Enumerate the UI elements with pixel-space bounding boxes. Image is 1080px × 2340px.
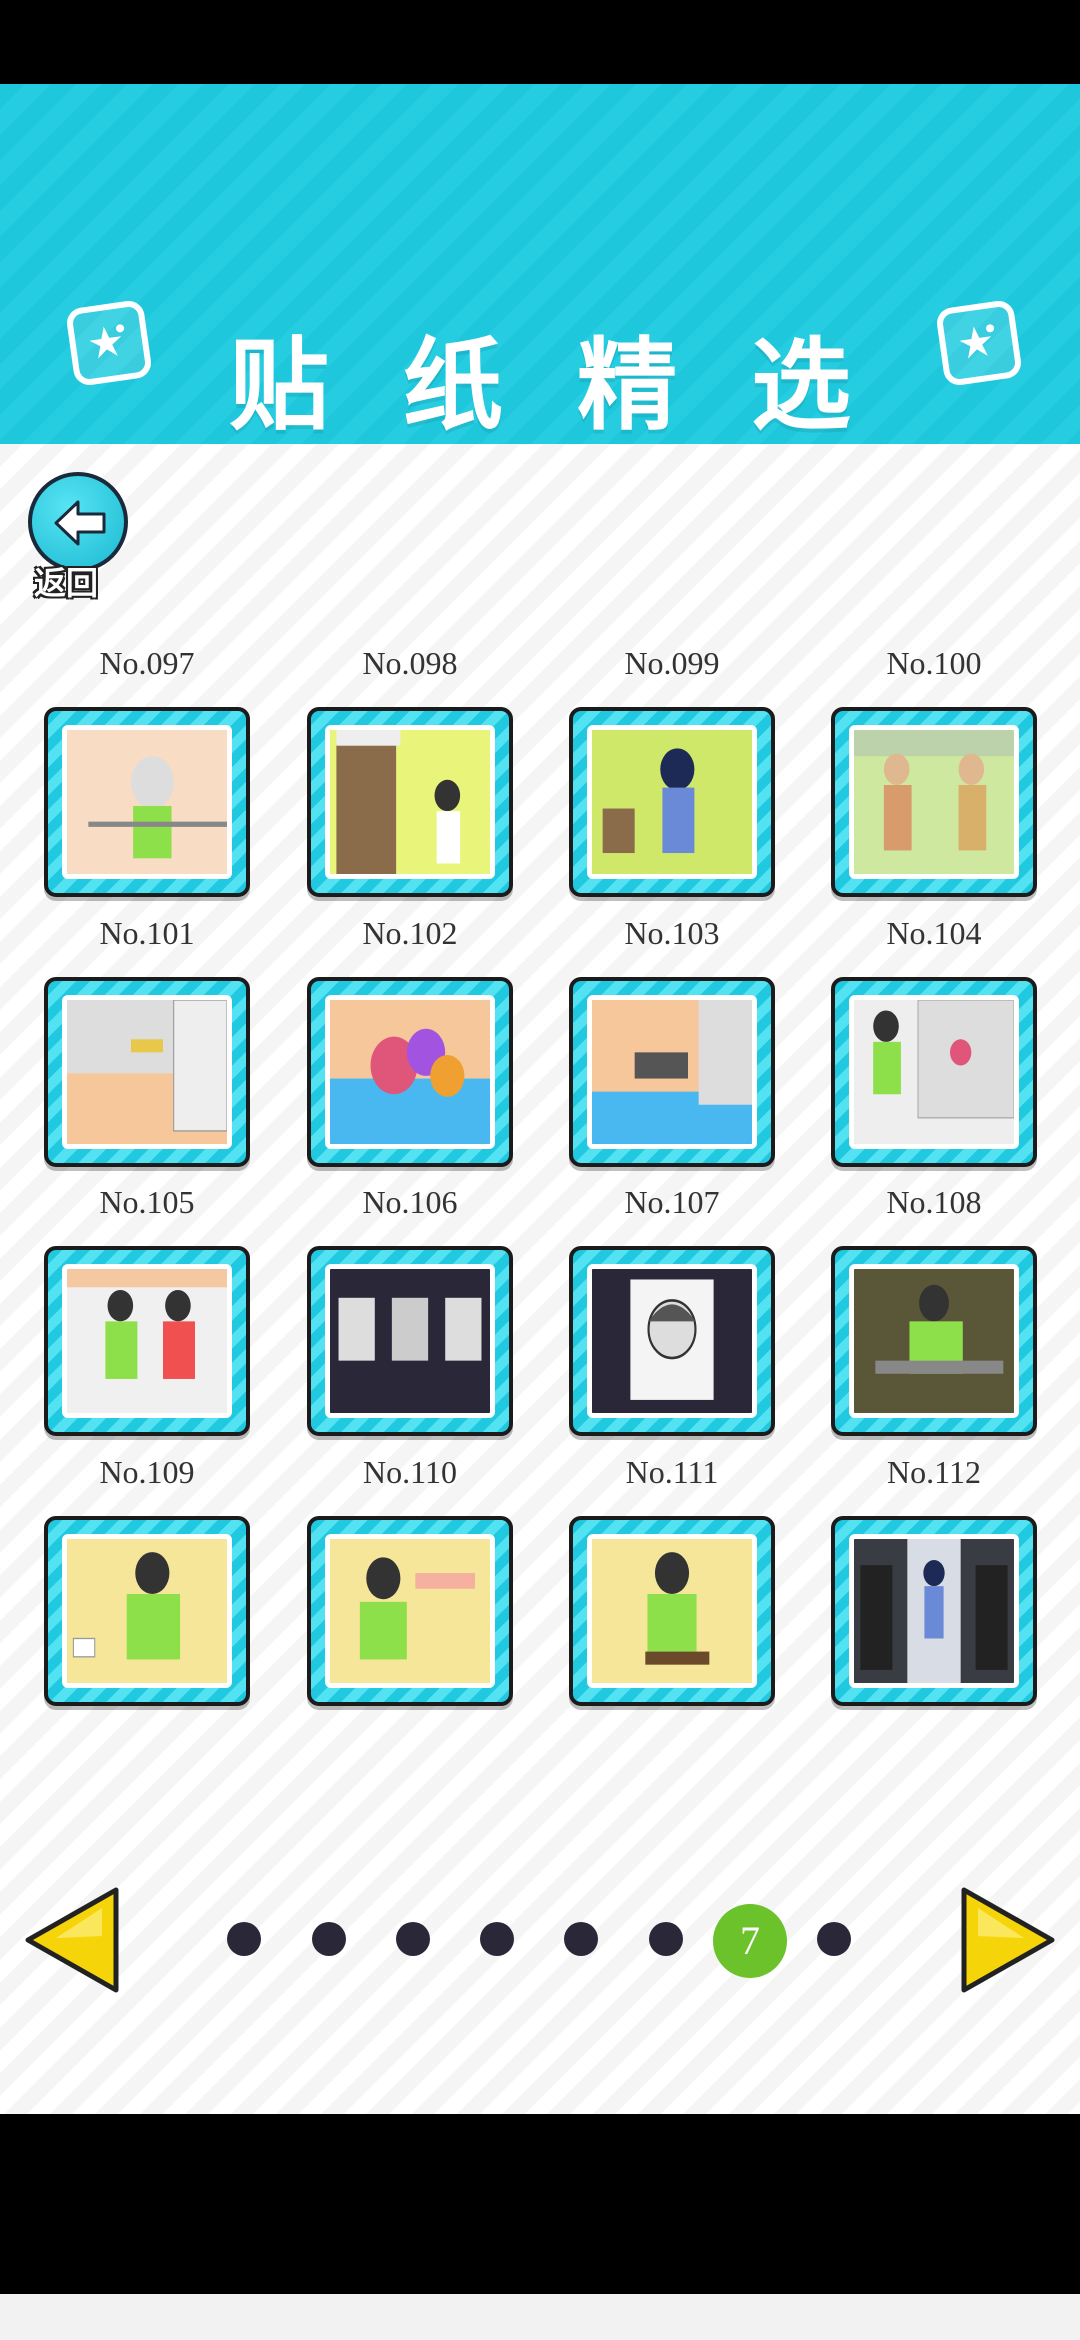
sticker-number-label: No.097: [99, 645, 195, 681]
page-indicator-dot[interactable]: [227, 1922, 261, 1956]
sticker-image: [62, 1264, 232, 1418]
sticker-image: [62, 725, 232, 879]
page-indicator-dot[interactable]: [396, 1922, 430, 1956]
page-indicator-dot[interactable]: [564, 1922, 598, 1956]
sticker-image: [849, 1264, 1019, 1418]
sticker-image: [325, 725, 495, 879]
sticker-item[interactable]: No.105: [44, 1179, 250, 1436]
sticker-number-label: No.111: [625, 1454, 719, 1490]
sticker-item[interactable]: No.102: [307, 910, 513, 1167]
sticker-frame[interactable]: [569, 1516, 775, 1706]
page-indicator-dot[interactable]: [480, 1922, 514, 1956]
next-page-button[interactable]: [960, 1886, 1058, 1999]
back-button[interactable]: 返回: [24, 472, 136, 608]
prev-page-button[interactable]: [22, 1886, 120, 1999]
sticker-frame[interactable]: [307, 977, 513, 1167]
page-indicator-dot[interactable]: [649, 1922, 683, 1956]
sticker-item[interactable]: No.110: [307, 1449, 513, 1706]
sticker-image: [587, 725, 757, 879]
back-label: 返回: [33, 563, 99, 603]
sticker-image: [849, 995, 1019, 1149]
sticker-frame[interactable]: [44, 707, 250, 897]
sticker-frame[interactable]: [569, 707, 775, 897]
sticker-image: [62, 1534, 232, 1688]
page-indicator-active[interactable]: 7: [713, 1904, 787, 1978]
page-indicator-dot[interactable]: [312, 1922, 346, 1956]
sticker-image: [325, 1264, 495, 1418]
sticker-image: [849, 725, 1019, 879]
sticker-image: [849, 1534, 1019, 1688]
sticker-number-label: No.107: [624, 1184, 720, 1220]
sticker-item[interactable]: No.108: [831, 1179, 1037, 1436]
sticker-number-label: No.099: [624, 645, 720, 681]
sticker-item[interactable]: No.109: [44, 1449, 250, 1706]
sticker-item[interactable]: No.106: [307, 1179, 513, 1436]
sticker-number-label: No.106: [362, 1184, 458, 1220]
sticker-number-label: No.104: [886, 915, 982, 951]
sticker-frame[interactable]: [831, 1246, 1037, 1436]
sticker-frame[interactable]: [569, 1246, 775, 1436]
sticker-number-label: No.101: [99, 915, 195, 951]
sticker-number-label: No.102: [362, 915, 458, 951]
sticker-item[interactable]: No.100: [831, 640, 1037, 897]
sticker-item[interactable]: No.107: [569, 1179, 775, 1436]
sticker-image: [587, 995, 757, 1149]
status-bar: [0, 0, 1080, 84]
sticker-frame[interactable]: [307, 1246, 513, 1436]
sticker-number-label: No.105: [99, 1184, 195, 1220]
sticker-number-label: No.100: [886, 645, 982, 681]
sticker-item[interactable]: No.103: [569, 910, 775, 1167]
sticker-image: [62, 995, 232, 1149]
sticker-number-label: No.110: [363, 1454, 457, 1490]
page-indicator-dot[interactable]: [817, 1922, 851, 1956]
page-title: 贴纸精选: [229, 327, 925, 444]
sticker-image: [587, 1534, 757, 1688]
sticker-item[interactable]: No.111: [569, 1449, 775, 1706]
sticker-frame[interactable]: [831, 707, 1037, 897]
sticker-number-label: No.098: [362, 645, 458, 681]
system-nav-strip: [0, 2294, 1080, 2340]
sticker-frame[interactable]: [307, 1516, 513, 1706]
sticker-item[interactable]: No.097: [44, 640, 250, 897]
sticker-frame[interactable]: [569, 977, 775, 1167]
sticker-item[interactable]: No.099: [569, 640, 775, 897]
sticker-number-label: No.108: [886, 1184, 982, 1220]
sticker-item[interactable]: No.101: [44, 910, 250, 1167]
sticker-item[interactable]: No.112: [831, 1449, 1037, 1706]
sticker-frame[interactable]: [831, 977, 1037, 1167]
sticker-item[interactable]: No.098: [307, 640, 513, 897]
sticker-frame[interactable]: [44, 1246, 250, 1436]
sticker-frame[interactable]: [831, 1516, 1037, 1706]
sticker-image: [325, 995, 495, 1149]
sticker-frame[interactable]: [44, 1516, 250, 1706]
sticker-image: [587, 1264, 757, 1418]
back-arrow-icon: [28, 472, 128, 572]
sticker-frame[interactable]: [44, 977, 250, 1167]
star-badge-right-icon: [934, 298, 1024, 388]
header: 贴纸精选: [0, 84, 1080, 444]
bottom-black-bar: [0, 2114, 1080, 2294]
sticker-frame[interactable]: [307, 707, 513, 897]
sticker-number-label: No.109: [99, 1454, 195, 1490]
sticker-number-label: No.103: [624, 915, 720, 951]
sticker-item[interactable]: No.104: [831, 910, 1037, 1167]
sticker-number-label: No.112: [887, 1454, 981, 1490]
sticker-image: [325, 1534, 495, 1688]
